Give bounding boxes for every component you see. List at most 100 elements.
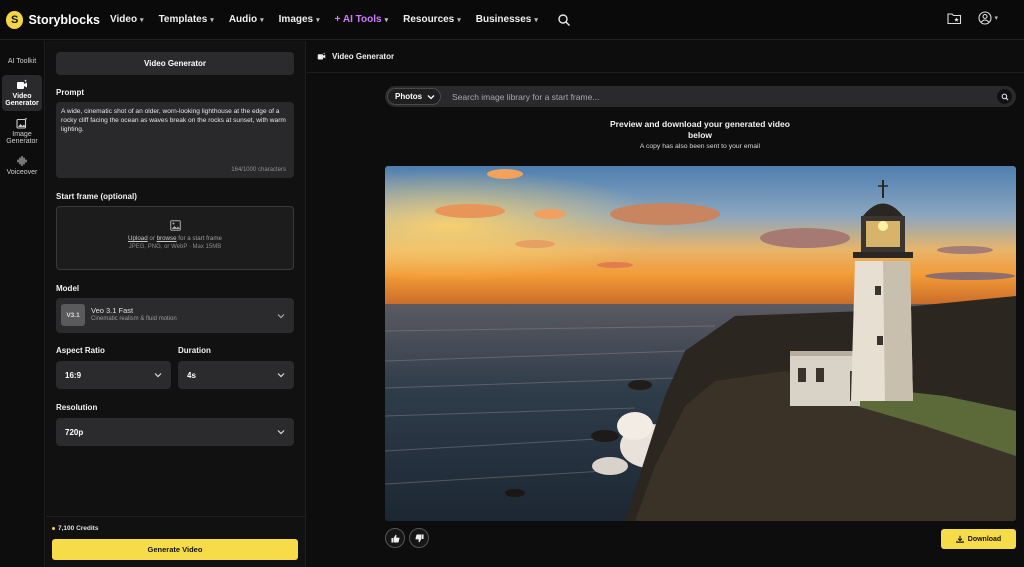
prompt-label: Prompt <box>56 88 84 97</box>
preview-heading: Preview and download your generated vide… <box>610 119 790 140</box>
chevron-down-icon <box>277 314 285 319</box>
download-icon <box>956 535 964 543</box>
chevron-down-icon <box>277 430 285 435</box>
brand-name: Storyblocks <box>28 12 100 27</box>
nav-images-label: Images <box>278 14 314 25</box>
chevron-down-icon: ▾ <box>534 16 538 24</box>
nav-resources-label: Resources <box>403 14 455 25</box>
nav-businesses[interactable]: Businesses ▾ <box>476 14 538 25</box>
main-header: Video Generator <box>307 41 1024 73</box>
download-button[interactable]: Download <box>941 529 1016 549</box>
resolution-label: Resolution <box>56 403 98 412</box>
user-icon <box>978 11 993 25</box>
waveform-icon <box>17 155 27 167</box>
chevron-down-icon <box>277 373 285 378</box>
rail-ai-toolkit[interactable]: AI Toolkit <box>2 54 42 69</box>
chevron-down-icon: ▾ <box>994 15 998 22</box>
aspect-ratio-value: 16:9 <box>65 370 82 380</box>
upload-formats: JPEG, PNG, or WebP · Max 15MB <box>128 244 222 250</box>
nav-templates[interactable]: Templates ▾ <box>159 14 214 25</box>
resolution-select[interactable]: 720p <box>56 418 294 446</box>
main-title: Video Generator <box>332 52 395 61</box>
prompt-textarea[interactable]: A wide, cinematic shot of an older, worn… <box>56 102 294 178</box>
rail-ai-toolkit-label: AI Toolkit <box>7 58 37 65</box>
image-sparkle-icon <box>16 117 28 129</box>
nav-ai-tools[interactable]: + AI Tools ▾ <box>335 14 388 25</box>
nav-ai-tools-label: + AI Tools <box>334 14 382 25</box>
rail-image-generator-label: Image Generator <box>6 131 38 145</box>
thumbs-up-icon <box>390 534 400 543</box>
image-icon <box>169 220 181 231</box>
aspect-ratio-label: Aspect Ratio <box>56 346 105 355</box>
rail-image-generator[interactable]: Image Generator <box>2 113 42 149</box>
model-select[interactable]: V3.1 Veo 3.1 Fast Cinematic realism & fl… <box>56 298 294 333</box>
chevron-down-icon: ▾ <box>260 16 264 24</box>
video-sparkle-icon <box>17 79 27 89</box>
upload-or-text: or <box>147 235 157 242</box>
upload-link[interactable]: Upload <box>128 235 148 242</box>
nav-images[interactable]: Images ▾ <box>279 14 320 25</box>
duration-value: 4s <box>187 370 196 380</box>
browse-link[interactable]: browse <box>157 235 177 242</box>
credits-text: 7,100 Credits <box>58 525 99 532</box>
main-nav: Video ▾ Templates ▾ Audio ▾ Images ▾ + AI To… <box>110 13 571 27</box>
start-frame-dropzone[interactable]: Upload or browse for a start frame JPEG,… <box>56 206 294 270</box>
generator-panel: Video Generator Prompt A wide, cinematic… <box>46 41 306 567</box>
chevron-down-icon: ▾ <box>457 16 461 24</box>
aspect-ratio-select[interactable]: 16:9 <box>56 361 171 389</box>
nav-businesses-label: Businesses <box>475 14 532 25</box>
search-icon[interactable] <box>557 13 571 27</box>
model-badge: V3.1 <box>61 304 85 326</box>
tab-video-generator[interactable]: Video Generator <box>56 52 294 75</box>
rail-video-generator-label: Video Generator <box>5 93 39 107</box>
start-frame-search: Photos <box>385 86 1016 107</box>
panel-divider <box>46 516 305 517</box>
nav-resources[interactable]: Resources ▾ <box>403 14 461 25</box>
model-name: Veo 3.1 Fast <box>91 306 134 315</box>
chevron-down-icon: ▾ <box>210 16 214 24</box>
nav-video-label: Video <box>110 14 138 25</box>
resolution-value: 720p <box>65 427 84 437</box>
duration-label: Duration <box>178 346 211 355</box>
thumbs-down-button[interactable] <box>409 528 429 548</box>
chevron-down-icon: ▾ <box>316 16 320 24</box>
nav-audio-label: Audio <box>228 14 258 25</box>
download-label: Download <box>967 535 1002 543</box>
model-label: Model <box>56 284 80 293</box>
chevron-down-icon: ▾ <box>384 16 389 24</box>
rail-video-generator[interactable]: Video Generator <box>2 75 42 111</box>
generate-video-button[interactable]: Generate Video <box>52 539 298 560</box>
left-rail: AI Toolkit Video Generator Image Generat… <box>0 41 45 567</box>
nav-templates-label: Templates <box>158 14 208 25</box>
search-submit-button[interactable] <box>997 89 1012 104</box>
upload-suffix-text: for a start frame <box>176 235 222 242</box>
preview-subtext: A copy has also been sent to your email <box>639 143 761 150</box>
nav-video[interactable]: Video ▾ <box>110 14 144 25</box>
top-right-actions: ▾ <box>947 11 998 25</box>
search-filter-label: Photos <box>395 92 423 101</box>
start-frame-label: Start frame (optional) <box>56 192 137 201</box>
chevron-down-icon <box>154 373 162 378</box>
chevron-down-icon: ▾ <box>140 16 144 24</box>
rail-voiceover[interactable]: Voiceover <box>2 151 42 180</box>
credits-dot-icon <box>52 527 55 530</box>
search-filter-dropdown[interactable]: Photos <box>387 88 441 105</box>
lighthouse-video-frame <box>385 166 1016 521</box>
thumbs-up-button[interactable] <box>385 528 405 548</box>
rail-voiceover-label: Voiceover <box>6 169 38 176</box>
top-navbar: S Storyblocks Video ▾ Templates ▾ Audio ▾ I… <box>0 0 1024 40</box>
chevron-down-icon <box>427 94 435 99</box>
video-sparkle-icon <box>317 52 326 60</box>
folder-star-icon[interactable] <box>947 11 962 25</box>
duration-select[interactable]: 4s <box>178 361 294 389</box>
search-input[interactable] <box>452 86 972 107</box>
thumbs-down-icon <box>414 533 424 542</box>
prompt-char-count: 164/1000 characters <box>231 167 286 173</box>
nav-audio[interactable]: Audio ▾ <box>229 14 264 25</box>
generated-video-player[interactable] <box>385 166 1016 521</box>
account-menu[interactable]: ▾ <box>978 11 998 25</box>
brand-logo[interactable]: S Storyblocks <box>6 10 100 29</box>
credits-balance: 7,100 Credits <box>52 525 98 532</box>
model-description: Cinematic realism & fluid motion <box>91 316 177 322</box>
prompt-text: A wide, cinematic shot of an older, worn… <box>61 108 286 133</box>
